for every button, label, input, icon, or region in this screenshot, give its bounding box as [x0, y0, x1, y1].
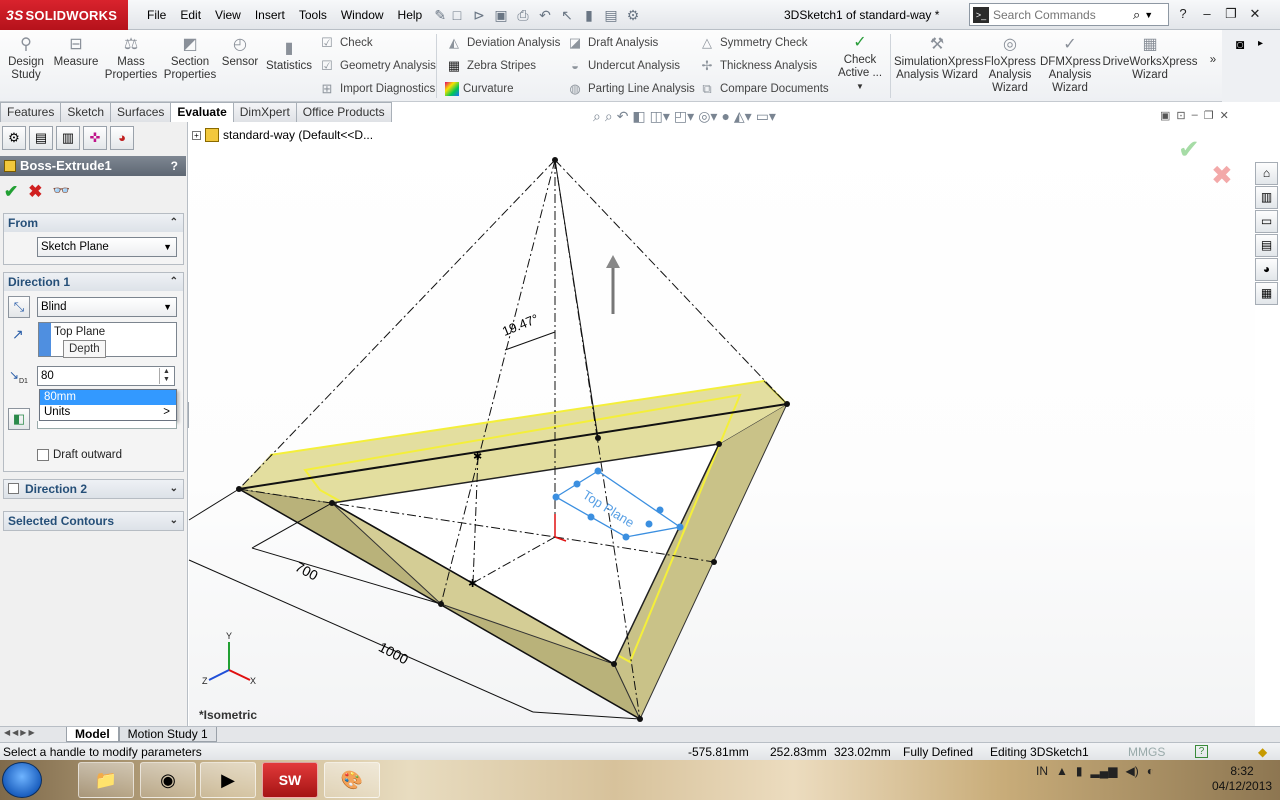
- custom-properties-icon[interactable]: ▦: [1255, 282, 1278, 305]
- vertex-point[interactable]: [329, 500, 335, 506]
- windows-start-button[interactable]: [2, 762, 42, 798]
- midpoint-marker: ✱: [473, 451, 482, 463]
- apply-scene-icon[interactable]: ◭▾: [734, 108, 752, 125]
- hide-show-items-icon[interactable]: ◎▾: [698, 108, 717, 125]
- taskbar-chrome-icon[interactable]: ◉: [140, 762, 196, 798]
- previous-view-icon[interactable]: ↶: [617, 108, 629, 125]
- triad-x-axis: [228, 669, 251, 681]
- status-z-coord: 323.02mm: [834, 745, 891, 759]
- dimension-line: [532, 711, 641, 720]
- network-icon[interactable]: ▮: [1076, 764, 1083, 778]
- view-palette-icon[interactable]: ▤: [1255, 234, 1278, 257]
- view-orientation-icon[interactable]: ◫▾: [650, 108, 670, 125]
- vertex-point[interactable]: [716, 441, 722, 447]
- plane-handle[interactable]: [573, 480, 581, 488]
- notification-icon[interactable]: ◆: [1258, 743, 1267, 761]
- triad-x-label: X: [250, 676, 257, 686]
- volume-icon[interactable]: ◀): [1125, 764, 1138, 778]
- tray-app-icon[interactable]: ◐: [1147, 764, 1154, 778]
- plane-handle[interactable]: [622, 533, 630, 541]
- dimension-line: [188, 488, 240, 521]
- vertex-point[interactable]: [552, 157, 558, 163]
- taskbar-paint-icon[interactable]: 🎨: [324, 762, 380, 798]
- taskbar-media-icon[interactable]: ▶: [200, 762, 256, 798]
- viewport-controls: ▣ ⊡ – ❐ ✕: [1160, 109, 1229, 122]
- plane-handle[interactable]: [594, 467, 602, 475]
- appearances-icon[interactable]: ◕: [1255, 258, 1278, 281]
- display-style-icon[interactable]: ◰▾: [674, 108, 694, 125]
- model-tabs-bar: ◀◀▶▶ Model Motion Study 1: [0, 726, 1280, 742]
- viewport-tile-icon[interactable]: ⊡: [1176, 109, 1185, 122]
- confirmation-cancel-icon[interactable]: ✖: [1211, 160, 1233, 191]
- help-icon[interactable]: ?: [1195, 745, 1208, 758]
- taskbar-explorer-icon[interactable]: 📁: [78, 762, 134, 798]
- triad-y-label: Y: [226, 631, 233, 641]
- status-message: Select a handle to modify parameters: [3, 745, 202, 759]
- vertex-point[interactable]: [438, 601, 444, 607]
- vertex-point[interactable]: [637, 716, 643, 722]
- solidworks-resources-icon[interactable]: ⌂: [1255, 162, 1278, 185]
- language-indicator[interactable]: IN: [1036, 764, 1048, 778]
- viewport-minimize-icon[interactable]: –: [1192, 109, 1198, 122]
- plane-handle[interactable]: [676, 523, 684, 531]
- view-orientation-label: *Isometric: [199, 708, 258, 722]
- heads-up-view-toolbar: ⌕ ⌕ ↶ ◧ ◫▾ ◰▾ ◎▾ ● ◭▾ ▭▾: [593, 108, 776, 125]
- system-tray: IN ▲ ▮ ▂▄▆ ◀) ◐: [1036, 764, 1154, 778]
- design-library-icon[interactable]: ▥: [1255, 186, 1278, 209]
- viewport-restore-icon[interactable]: ❐: [1204, 109, 1214, 122]
- status-y-coord: 252.83mm: [770, 745, 827, 759]
- zoom-to-fit-icon[interactable]: ⌕: [593, 108, 601, 125]
- construction-line: [554, 159, 788, 405]
- status-sketch-state: Fully Defined: [903, 745, 974, 759]
- vertex-point[interactable]: [236, 486, 242, 492]
- feature-tree-flyout[interactable]: + standard-way (Default<<D...: [192, 128, 373, 142]
- vertex-point[interactable]: [784, 401, 790, 407]
- status-bar: Select a handle to modify parameters -57…: [0, 742, 1280, 760]
- viewport-split-icon[interactable]: ▣: [1160, 109, 1170, 122]
- vertex-point[interactable]: [595, 435, 601, 441]
- part-icon: [205, 128, 219, 142]
- plane-handle[interactable]: [552, 493, 560, 501]
- vertex-point[interactable]: [711, 559, 717, 565]
- status-units[interactable]: MMGS: [1128, 743, 1165, 761]
- zoom-to-area-icon[interactable]: ⌕: [605, 108, 613, 125]
- plane-handle[interactable]: [645, 520, 653, 528]
- viewport-close-icon[interactable]: ✕: [1220, 109, 1229, 122]
- section-view-icon[interactable]: ◧: [632, 108, 645, 125]
- triad-z-label: Z: [202, 676, 208, 686]
- vertex-point[interactable]: [611, 661, 617, 667]
- status-editing: Editing 3DSketch1: [990, 745, 1089, 759]
- confirmation-ok-icon[interactable]: ✔: [1178, 134, 1200, 165]
- expand-icon[interactable]: +: [192, 130, 201, 140]
- signal-icon[interactable]: ▂▄▆: [1091, 764, 1118, 778]
- status-x-coord: -575.81mm: [688, 745, 749, 759]
- construction-line: [554, 159, 599, 439]
- tray-expand-icon[interactable]: ▲: [1056, 764, 1068, 778]
- tab-model[interactable]: Model: [66, 727, 119, 742]
- taskbar-clock[interactable]: 8:32 04/12/2013: [1212, 764, 1272, 794]
- plane-handle[interactable]: [656, 506, 664, 514]
- midpoint-marker: ✱: [468, 578, 477, 590]
- drag-arrow-icon[interactable]: [606, 255, 620, 268]
- taskbar-solidworks-icon[interactable]: SW: [262, 762, 318, 798]
- triad-z-axis: [208, 669, 230, 681]
- file-explorer-icon[interactable]: ▭: [1255, 210, 1278, 233]
- plane-handle[interactable]: [587, 513, 595, 521]
- task-pane: ⌂ ▥ ▭ ▤ ◕ ▦: [1255, 162, 1280, 308]
- tab-motion-study[interactable]: Motion Study 1: [118, 727, 217, 742]
- view-settings-icon[interactable]: ▭▾: [756, 108, 776, 125]
- tab-scroll-icon[interactable]: ◀◀▶▶: [0, 728, 66, 742]
- edit-appearance-icon[interactable]: ●: [721, 108, 729, 125]
